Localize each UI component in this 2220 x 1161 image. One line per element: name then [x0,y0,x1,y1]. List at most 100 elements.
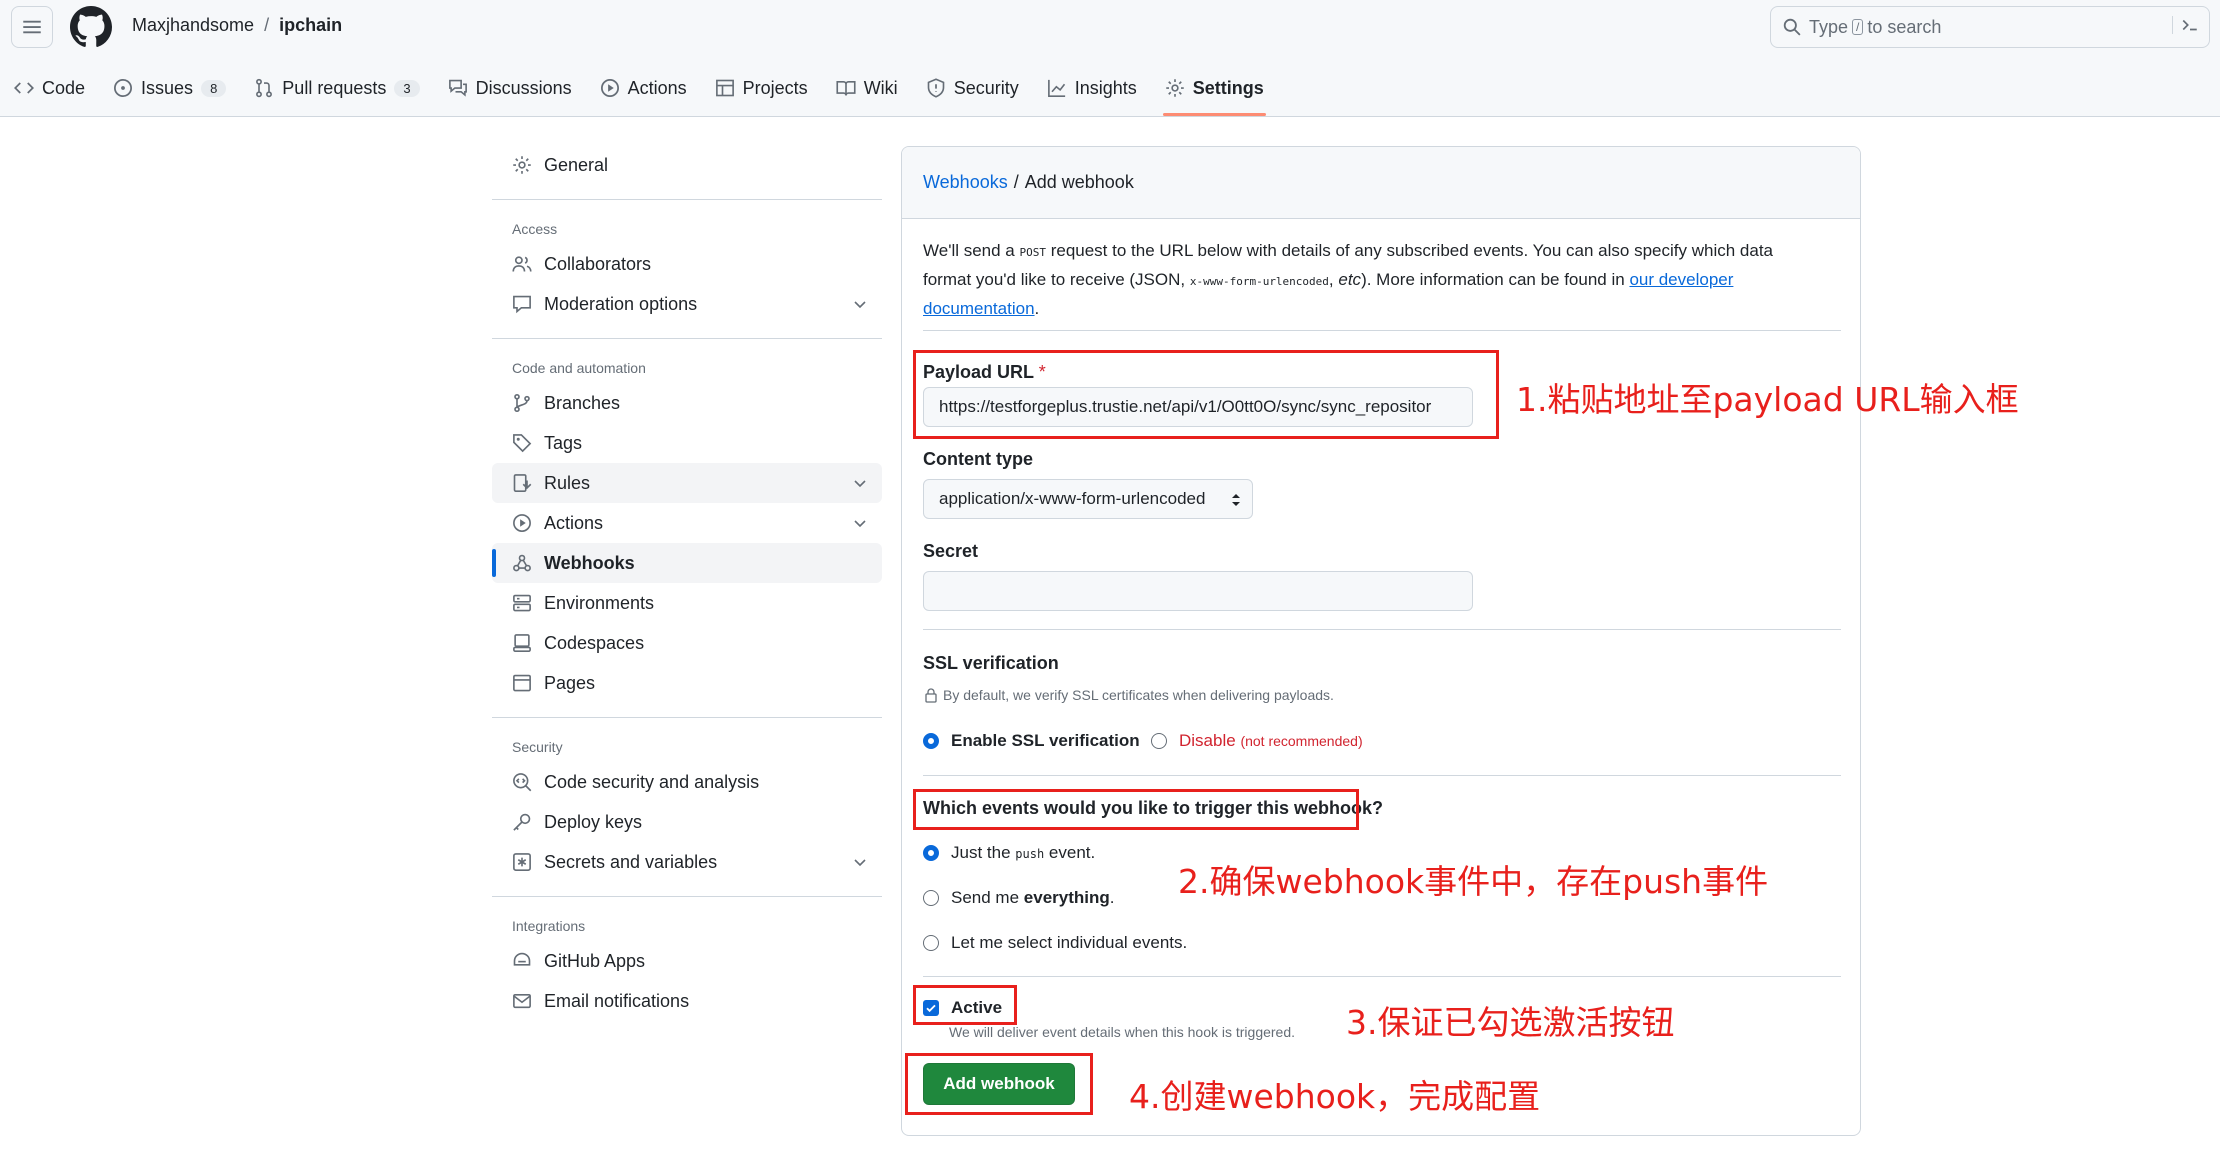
content-type-select[interactable]: application/x-www-form-urlencoded [923,479,1253,519]
ssl-note: By default, we verify SSL certificates w… [923,687,1334,703]
chevron-down-icon[interactable] [852,854,868,870]
chevron-down-icon[interactable] [852,515,868,531]
active-note: We will deliver event details when this … [949,1024,1296,1040]
divider [923,330,1841,331]
repo-owner-link[interactable]: Maxjhandsome [132,15,254,36]
tab-label: Issues [141,77,194,98]
annotation-box-active [913,985,1017,1025]
discussion-icon [448,79,467,97]
chevron-down-icon[interactable] [852,475,868,491]
sidebar-item-email-notifications[interactable]: Email notifications [492,981,882,1021]
gear-icon [513,156,531,174]
codespaces-icon [513,634,531,652]
sidebar-item-rules[interactable]: Rules [492,463,882,503]
sidebar-heading-integrations: Integrations [512,918,586,934]
table-icon [715,79,734,97]
sidebar-item-secrets[interactable]: Secrets and variables [492,842,882,882]
events-everything-radio[interactable] [923,890,939,906]
tab-label: Actions [627,77,687,98]
sidebar-item-label: Deploy keys [544,811,643,832]
intro-text: . [1034,299,1040,318]
sidebar-item-code-security[interactable]: Code security and analysis [492,762,882,802]
tab-discussions[interactable]: Discussions [434,66,586,110]
tab-pull-requests[interactable]: Pull requests 3 [240,66,433,110]
events-push-label: Just the push event. [951,843,1095,863]
apps-icon [513,952,531,966]
sidebar-item-actions[interactable]: Actions [492,503,882,543]
divider [923,775,1841,776]
lock-icon [925,688,937,703]
sidebar-item-webhooks[interactable]: Webhooks [492,543,882,583]
sidebar-item-environments[interactable]: Environments [492,583,882,623]
tab-code[interactable]: Code [0,66,99,110]
sidebar-item-label: General [544,154,609,175]
events-option-individual[interactable]: Let me select individual events. [923,933,1187,953]
events-individual-label: Let me select individual events. [951,933,1188,952]
play-icon [600,79,619,97]
content-type-label: Content type [923,449,1033,469]
repo-name-link[interactable]: ipchain [279,15,342,36]
sidebar-item-github-apps[interactable]: GitHub Apps [492,941,882,981]
tab-actions[interactable]: Actions [586,66,701,110]
sidebar-item-deploy-keys[interactable]: Deploy keys [492,802,882,842]
sidebar-heading-security: Security [512,739,563,755]
annotation-box-submit [905,1053,1093,1115]
tab-label: Projects [742,77,808,98]
secret-input[interactable] [923,571,1473,611]
webhooks-link[interactable]: Webhooks [923,172,1008,193]
pull-request-icon [256,78,273,98]
tab-wiki[interactable]: Wiki [822,66,912,110]
tab-projects[interactable]: Projects [701,66,822,110]
ssl-enable-option[interactable]: Enable SSL verification [923,731,1140,751]
annotation-step-4: 4.创建webhook，完成配置 [1129,1077,1541,1116]
mail-icon [513,993,531,1009]
sidebar-item-pages[interactable]: Pages [492,663,882,703]
sidebar-item-moderation[interactable]: Moderation options [492,284,882,324]
issue-icon [114,79,133,97]
codescan-icon [513,773,532,792]
sidebar-item-tags[interactable]: Tags [492,423,882,463]
events-option-everything[interactable]: Send me everything. [923,888,1115,908]
chevron-down-icon[interactable] [852,296,868,312]
ssl-enable-radio[interactable] [923,733,939,749]
sidebar-item-label: Pages [544,672,596,693]
tab-issues[interactable]: Issues 8 [99,66,240,110]
events-option-push[interactable]: Just the push event. [923,843,1095,863]
tab-insights[interactable]: Insights [1033,66,1151,110]
intro-code-post: POST [1019,246,1046,259]
search-icon [1783,18,1801,36]
events-everything-label: Send me everything. [951,888,1115,908]
intro-text: ). More information can be found in [1361,270,1630,289]
ssl-disable-option[interactable]: Disable (not recommended) [1151,731,1363,751]
sidebar-heading-access: Access [512,221,558,237]
intro-text: We'll send a [923,241,1020,260]
sidebar-item-label: Rules [544,472,591,493]
panel-breadcrumb: Webhooks / Add webhook [902,147,1860,219]
github-logo-icon[interactable] [70,6,112,48]
menu-button[interactable] [11,6,53,48]
repo-breadcrumb: Maxjhandsome / ipchain [132,15,342,36]
command-palette-icon[interactable] [2172,16,2199,34]
sidebar-item-label: Moderation options [544,293,698,314]
sidebar-item-codespaces[interactable]: Codespaces [492,623,882,663]
issue-count-badge: 8 [201,79,227,97]
ssl-disable-note: (not recommended) [1240,733,1363,749]
ssl-disable-radio[interactable] [1151,733,1167,749]
sidebar-item-label: Code security and analysis [544,771,760,792]
sidebar-heading-code-automation: Code and automation [512,360,646,376]
repo-push-icon [513,474,532,492]
search-input[interactable]: Type / to search [1770,6,2210,48]
events-push-radio[interactable] [923,845,939,861]
sidebar-item-branches[interactable]: Branches [492,383,882,423]
key-icon [513,813,531,831]
repo-header: Maxjhandsome / ipchain Type / to search … [0,0,2220,117]
sidebar-item-collaborators[interactable]: Collaborators [492,244,882,284]
sidebar-item-general[interactable]: General [492,145,882,185]
events-individual-radio[interactable] [923,935,939,951]
tab-label: Security [953,77,1019,98]
tag-icon [513,434,532,453]
tab-settings[interactable]: Settings [1151,66,1278,116]
book-icon [836,80,856,96]
sidebar-divider [492,199,882,200]
tab-security[interactable]: Security [912,66,1033,110]
